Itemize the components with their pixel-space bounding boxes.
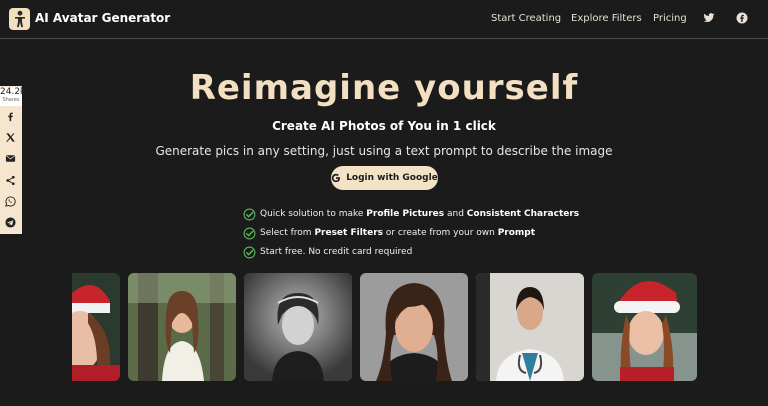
top-navbar: AI Avatar Generator Start Creating Explo… [0, 0, 768, 39]
telegram-icon[interactable] [5, 217, 16, 228]
feature-item: Select from Preset Filters or create fro… [243, 226, 535, 240]
login-with-google-button[interactable]: Login with Google [331, 166, 438, 190]
feature-text: Start free. No credit card required [260, 247, 413, 257]
facebook-icon[interactable] [736, 12, 748, 24]
gallery-image-forest[interactable] [128, 273, 236, 381]
hero-description: Generate pics in any setting, just using… [155, 144, 613, 158]
hero-title: Reimagine yourself [189, 68, 579, 108]
google-icon [332, 173, 341, 183]
whatsapp-icon[interactable] [5, 196, 16, 207]
gallery-image-vintage-bw[interactable] [244, 273, 352, 381]
feature-item: Start free. No credit card required [243, 245, 412, 259]
logo-icon[interactable] [9, 8, 30, 30]
gallery-image-santa-hat-partial[interactable] [72, 273, 120, 381]
share-icon[interactable] [5, 175, 16, 186]
twitter-icon[interactable] [703, 12, 715, 24]
check-circle-icon [243, 227, 256, 239]
check-circle-icon [243, 246, 256, 258]
check-circle-icon [243, 208, 256, 220]
feature-text: Quick solution to make Profile Pictures … [260, 209, 580, 219]
nav-pricing[interactable]: Pricing [653, 13, 687, 24]
brand-name[interactable]: AI Avatar Generator [35, 11, 170, 25]
gallery-image-studio[interactable] [360, 273, 468, 381]
nav-start-creating[interactable]: Start Creating [491, 13, 561, 24]
feature-item: Quick solution to make Profile Pictures … [243, 207, 579, 221]
login-button-label: Login with Google [346, 173, 438, 183]
x-icon[interactable] [5, 132, 16, 143]
gallery-image-santa-hat[interactable] [592, 273, 697, 381]
nav-explore-filters[interactable]: Explore Filters [571, 13, 642, 24]
feature-text: Select from Preset Filters or create fro… [260, 228, 536, 238]
hero-subtitle: Create AI Photos of You in 1 click [272, 119, 496, 133]
gallery-image-doctor[interactable] [476, 273, 584, 381]
